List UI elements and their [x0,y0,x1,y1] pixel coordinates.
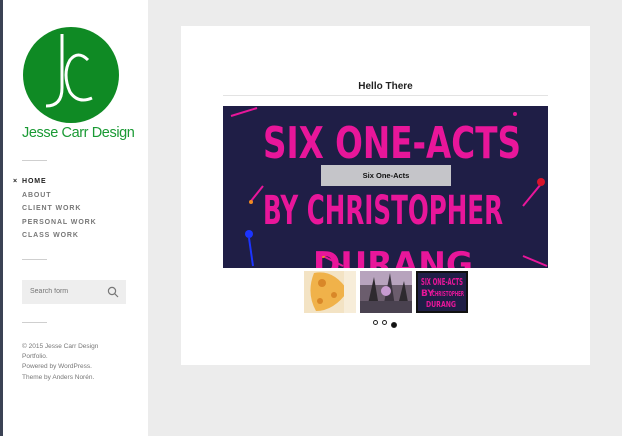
active-marker: × [13,178,18,185]
divider [22,322,47,323]
poster-title-text: SIX ONE-ACTS [263,118,521,169]
site-credits: © 2015 Jesse Carr Design Portfolio. Powe… [22,342,122,383]
nav-item-label: CLASS WORK [22,232,79,240]
poster-author-text: BY CHRISTOPHER [263,188,503,234]
nav-item-label: HOME [22,178,47,185]
nav-item-class-work[interactable]: CLASS WORK [22,232,97,246]
credit-line[interactable]: Powered by WordPress. [22,362,122,372]
poster-surname-text: DURANG [313,245,473,268]
nav-item-client-work[interactable]: CLIENT WORK [22,205,97,219]
six-one-acts-thumbnail[interactable]: SIX ONE-ACTS BY CHRISTOPHER DURANG [416,271,468,313]
thumb-author-text: CHRISTOPHER [432,290,464,298]
nav-item-label: CLIENT WORK [22,205,82,213]
slide-dot-2[interactable] [382,320,387,325]
thumb-surname-text: DURANG [426,300,456,309]
slide-dot-3[interactable] [391,322,397,328]
main-navigation: × HOME ABOUT CLIENT WORK PERSONAL WORK C… [13,178,97,246]
post-content: Hello There SIX ONE-ACTS BY CHRISTOPHER … [181,26,590,365]
nav-item-label: PERSONAL WORK [22,218,97,226]
search-icon[interactable] [107,286,119,298]
sidebar: Jesse Carr Design × HOME ABOUT CLIENT WO… [3,0,148,436]
divider [22,160,47,161]
nav-item-about[interactable]: ABOUT [22,192,97,206]
six-one-acts-poster: SIX ONE-ACTS BY CHRISTOPHER DURANG [223,106,548,268]
search-form [22,280,126,304]
slide-caption: Six One-Acts [321,165,451,186]
divider [223,95,548,96]
site-title[interactable]: Jesse Carr Design [22,125,135,141]
post-title[interactable]: Hello There [181,81,590,92]
credit-line[interactable]: Theme by Anders Norén. [22,373,122,383]
divider [22,259,47,260]
forest-thumbnail[interactable] [360,271,412,313]
pizza-thumbnail[interactable] [304,271,356,313]
search-input[interactable] [30,288,100,295]
jesse-carr-logo[interactable] [22,26,120,124]
nav-item-label: ABOUT [22,191,52,199]
credit-line: Portfolio. [22,353,48,361]
nav-item-home[interactable]: × HOME [13,178,97,192]
thumb-title-text: SIX ONE-ACTS [421,277,463,288]
credit-line: © 2015 Jesse Carr Design [22,343,99,350]
nav-item-personal-work[interactable]: PERSONAL WORK [22,219,97,233]
slide-dot-1[interactable] [373,320,378,325]
gallery-slide[interactable]: SIX ONE-ACTS BY CHRISTOPHER DURANG Six O… [223,106,548,268]
